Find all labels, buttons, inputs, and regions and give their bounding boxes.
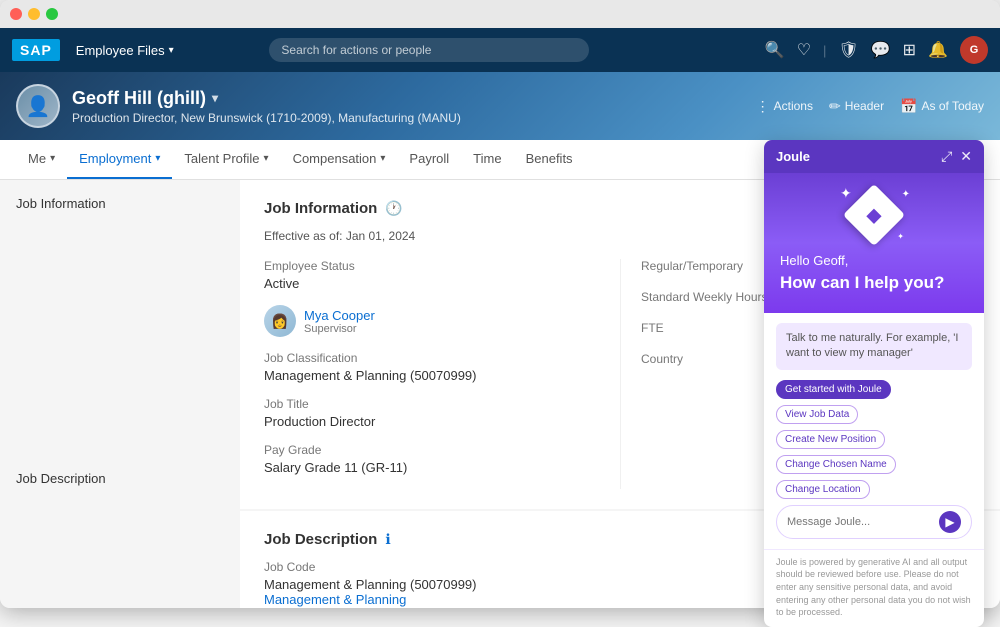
- joule-chips-row-1: View Job Data Create New Position: [776, 405, 972, 449]
- top-nav: SAP Employee Files ▾ 🔍 ♡ | 🛡 💬 ⊞ 🔔 G: [0, 28, 1000, 72]
- calendar-icon: 📅: [900, 98, 917, 115]
- edit-icon: ✏: [829, 98, 841, 115]
- joule-input-hint: Talk to me naturally. For example, 'I wa…: [776, 323, 972, 370]
- joule-create-position-chip[interactable]: Create New Position: [776, 430, 885, 449]
- left-sidebar: Job Information Job Description: [0, 180, 240, 608]
- supervisor-info: Mya Cooper Supervisor: [304, 308, 375, 335]
- tab-me[interactable]: Me ▾: [16, 140, 67, 179]
- tab-talent-chevron: ▾: [264, 153, 269, 164]
- joule-view-job-data-chip[interactable]: View Job Data: [776, 405, 858, 424]
- employee-name: Geoff Hill (ghill) ▾: [72, 88, 756, 109]
- job-title-label: Job Title: [264, 397, 600, 411]
- employee-status-label: Employee Status: [264, 259, 600, 273]
- actions-button[interactable]: ⋮ Actions: [756, 98, 813, 115]
- close-button[interactable]: [10, 8, 22, 20]
- grid-icon[interactable]: ⊞: [903, 40, 916, 60]
- as-of-today-button[interactable]: 📅 As of Today: [900, 98, 984, 115]
- employee-header: 👤 Geoff Hill (ghill) ▾ Production Direct…: [0, 72, 1000, 140]
- bookmark-icon[interactable]: ♡: [797, 40, 811, 60]
- sidebar-job-information[interactable]: Job Information: [16, 196, 224, 211]
- minimize-button[interactable]: [28, 8, 40, 20]
- bell-icon[interactable]: 🔔: [928, 40, 948, 60]
- joule-expand-icon[interactable]: ⤢: [941, 148, 952, 165]
- tab-employment-chevron: ▾: [155, 153, 160, 164]
- joule-title: Joule: [776, 149, 810, 164]
- tab-compensation-chevron: ▾: [380, 153, 385, 164]
- sparkle-icon-3: ✦: [897, 232, 904, 241]
- employee-subtitle: Production Director, New Brunswick (1710…: [72, 111, 756, 125]
- supervisor-avatar: 👩: [264, 305, 296, 337]
- joule-header-icons: ⤢ ✕: [941, 148, 972, 165]
- maximize-button[interactable]: [46, 8, 58, 20]
- joule-message-field[interactable]: [787, 516, 939, 528]
- joule-message-input: ▶: [776, 505, 972, 539]
- joule-change-name-chip[interactable]: Change Chosen Name: [776, 455, 896, 474]
- joule-body: Talk to me naturally. For example, 'I wa…: [764, 313, 984, 549]
- chat-icon[interactable]: 💬: [871, 40, 891, 60]
- sparkle-icon-2: ✦: [902, 189, 910, 200]
- joule-change-location-chip[interactable]: Change Location: [776, 480, 870, 499]
- employee-status-value: Active: [264, 276, 600, 291]
- header-button[interactable]: ✏ Header: [829, 98, 884, 115]
- employee-status-field: Employee Status Active: [264, 259, 600, 291]
- tab-me-chevron: ▾: [50, 153, 55, 164]
- joule-footer: Joule is powered by generative AI and al…: [764, 549, 984, 608]
- joule-get-started-row: Get started with Joule: [776, 380, 972, 399]
- history-icon[interactable]: 🕐: [385, 200, 402, 217]
- sparkle-icon-1: ✦: [840, 185, 852, 202]
- sap-logo: SAP: [12, 39, 60, 61]
- shield-icon[interactable]: 🛡: [838, 40, 858, 60]
- joule-close-icon[interactable]: ✕: [960, 148, 972, 165]
- employee-files-menu[interactable]: Employee Files ▾: [76, 43, 174, 58]
- job-info-left: Employee Status Active 👩 Mya Cooper Supe…: [264, 259, 620, 489]
- header-actions: ⋮ Actions ✏ Header 📅 As of Today: [756, 98, 984, 115]
- search-input[interactable]: [269, 38, 589, 62]
- job-title-value: Production Director: [264, 414, 600, 429]
- job-classification-value: Management & Planning (50070999): [264, 368, 600, 383]
- actions-icon: ⋮: [756, 98, 770, 115]
- job-title-field: Job Title Production Director: [264, 397, 600, 429]
- job-desc-title: Job Description: [264, 531, 377, 548]
- job-info-title: Job Information: [264, 200, 377, 217]
- joule-question: How can I help you?: [780, 272, 968, 294]
- pay-grade-label: Pay Grade: [264, 443, 600, 457]
- joule-diamond: ◆ ✦ ✦ ✦: [852, 193, 896, 237]
- sidebar-job-description[interactable]: Job Description: [16, 471, 224, 486]
- joule-send-button[interactable]: ▶: [939, 511, 961, 533]
- pay-grade-field: Pay Grade Salary Grade 11 (GR-11): [264, 443, 600, 475]
- pay-grade-value: Salary Grade 11 (GR-11): [264, 460, 600, 475]
- user-avatar[interactable]: G: [960, 36, 988, 64]
- diamond-inner: ◆: [866, 203, 881, 228]
- avatar-image: 👤: [18, 86, 58, 126]
- tab-benefits[interactable]: Benefits: [514, 140, 585, 179]
- job-classification-field: Job Classification Management & Planning…: [264, 351, 600, 383]
- name-chevron-icon[interactable]: ▾: [212, 91, 218, 105]
- joule-header: Joule ⤢ ✕: [764, 140, 984, 173]
- joule-greeting: Hello Geoff,: [780, 253, 968, 268]
- tab-employment[interactable]: Employment ▾: [67, 140, 172, 179]
- menu-chevron-icon: ▾: [169, 45, 174, 56]
- employee-avatar: 👤: [16, 84, 60, 128]
- job-classification-label: Job Classification: [264, 351, 600, 365]
- supervisor-name[interactable]: Mya Cooper: [304, 308, 375, 323]
- tab-time[interactable]: Time: [461, 140, 513, 179]
- search-icon[interactable]: 🔍: [765, 40, 785, 60]
- tab-talent-profile[interactable]: Talent Profile ▾: [172, 140, 280, 179]
- supervisor-row: 👩 Mya Cooper Supervisor: [264, 305, 600, 337]
- search-bar: [269, 38, 589, 62]
- info-icon[interactable]: ℹ: [385, 531, 390, 548]
- joule-panel: Joule ⤢ ✕ ◆ ✦ ✦ ✦ Hello Geoff, How can I…: [764, 140, 984, 608]
- joule-get-started-chip[interactable]: Get started with Joule: [776, 380, 891, 399]
- tab-compensation[interactable]: Compensation ▾: [281, 140, 398, 179]
- nav-icons: 🔍 ♡ | 🛡 💬 ⊞ 🔔 G: [765, 36, 988, 64]
- employee-info: Geoff Hill (ghill) ▾ Production Director…: [72, 88, 756, 125]
- title-bar: [0, 0, 1000, 28]
- supervisor-title: Supervisor: [304, 323, 375, 335]
- joule-hero: ◆ ✦ ✦ ✦ Hello Geoff, How can I help you?: [764, 173, 984, 313]
- tab-payroll[interactable]: Payroll: [397, 140, 461, 179]
- joule-chips-row-2: Change Chosen Name Change Location: [776, 455, 972, 499]
